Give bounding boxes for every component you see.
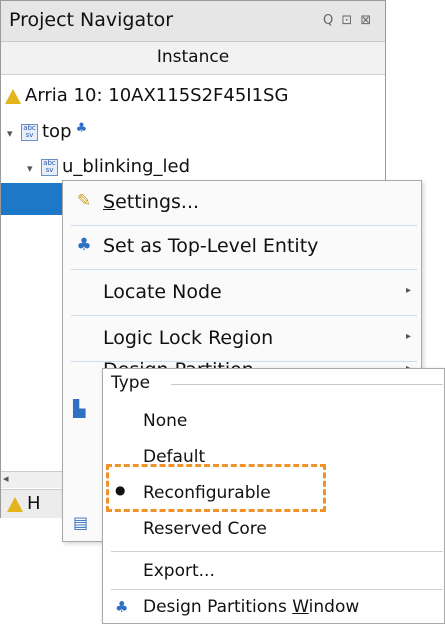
scroll-left-arrow-icon[interactable]: ◂ xyxy=(3,472,9,485)
navigator-bottom-tab[interactable]: H xyxy=(1,489,67,518)
warning-triangle-icon xyxy=(5,88,21,104)
instance-label: u_blinking_led xyxy=(62,156,191,177)
hierarchy-icon: ♣ xyxy=(76,235,92,255)
option-reserved-core[interactable]: Reserved Core xyxy=(143,519,267,539)
option-none[interactable]: None xyxy=(143,411,187,431)
submenu-arrow-icon: ▸ xyxy=(406,285,412,296)
partial-menu-icon: ▙ xyxy=(73,399,86,418)
expand-chevron-icon[interactable]: ▾ xyxy=(27,162,41,175)
tree-row-u-blinking-led[interactable]: ▾ abc sv u_blinking_led xyxy=(27,156,190,177)
tree-row-top[interactable]: ▾ abc sv top ♣ xyxy=(7,121,87,142)
menu-item-set-top-level[interactable]: ♣ Set as Top-Level Entity xyxy=(63,225,421,267)
menu-item-label: Settings... xyxy=(103,191,200,213)
menu-item-locate-node[interactable]: Locate Node ▸ xyxy=(63,271,421,313)
menu-item-label: Set as Top-Level Entity xyxy=(103,235,319,257)
instance-column-header[interactable]: Instance xyxy=(1,42,385,75)
design-partitions-window-item[interactable]: Design Partitions Window xyxy=(143,597,359,617)
panel-controls-icon[interactable]: Q ⊡ ⊠ xyxy=(323,13,373,28)
tree-row-selected[interactable] xyxy=(1,183,67,215)
group-divider xyxy=(171,384,443,385)
sv-file-icon: abc sv xyxy=(41,158,58,176)
menu-item-settings[interactable]: ✎ Settings... xyxy=(63,181,421,223)
tree-row-device[interactable]: Arria 10: 10AX115S2F45I1SG xyxy=(5,85,288,106)
menu-divider xyxy=(111,551,443,552)
type-group-label: Type xyxy=(111,373,151,393)
hierarchy-icon: ♣ xyxy=(71,121,88,136)
menu-divider xyxy=(71,315,417,316)
warning-triangle-icon xyxy=(7,497,23,512)
reconfigurable-highlight-box xyxy=(106,464,326,512)
export-item[interactable]: Export... xyxy=(143,561,215,581)
device-label: Arria 10: 10AX115S2F45I1SG xyxy=(25,85,289,106)
hierarchy-icon: ♣ xyxy=(115,598,129,616)
column-header-label: Instance xyxy=(156,47,230,67)
expand-chevron-icon[interactable]: ▾ xyxy=(7,127,21,140)
menu-divider xyxy=(71,269,417,270)
top-entity-label: top xyxy=(42,121,72,142)
navigator-titlebar: Project Navigator Q ⊡ ⊠ xyxy=(1,1,385,42)
menu-item-label: Logic Lock Region xyxy=(103,327,274,349)
sv-file-icon: abc sv xyxy=(21,123,38,141)
menu-divider xyxy=(111,589,443,590)
bottom-tab-label: H xyxy=(27,493,41,514)
menu-item-label: Locate Node xyxy=(103,281,222,303)
navigator-title: Project Navigator xyxy=(9,9,174,31)
pencil-icon: ✎ xyxy=(76,191,92,211)
submenu-arrow-icon: ▸ xyxy=(406,331,412,342)
partial-menu-icon: ▤ xyxy=(73,513,89,532)
